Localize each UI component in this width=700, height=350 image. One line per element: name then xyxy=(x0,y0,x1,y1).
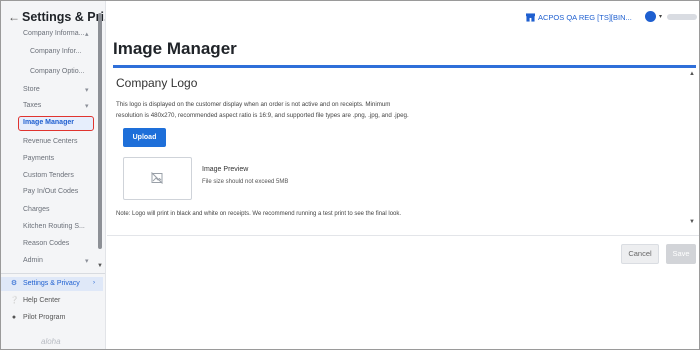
footer-item-label: Settings & Privacy xyxy=(23,280,80,287)
chevron-down-icon[interactable]: ▾ xyxy=(85,102,89,110)
scroll-down-arrow-icon[interactable]: ▼ xyxy=(97,263,103,269)
gear-icon: ⚙ xyxy=(10,280,18,287)
pilot-icon: ● xyxy=(11,314,17,321)
sidebar-item-image-manager[interactable]: Image Manager xyxy=(18,116,94,131)
chevron-down-icon[interactable]: ▾ xyxy=(85,257,89,265)
footer-item-label: Help Center xyxy=(23,297,61,304)
page-title: Image Manager xyxy=(113,39,237,58)
arrow-left-icon[interactable]: ← xyxy=(8,10,20,24)
sidebar-item-company-info[interactable]: Company Infor... xyxy=(30,48,81,55)
image-preview-title: Image Preview xyxy=(202,166,249,173)
store-icon[interactable] xyxy=(526,13,535,22)
save-button[interactable]: Save xyxy=(666,244,696,264)
footer-item-help-center[interactable]: ❔ Help Center xyxy=(1,294,103,308)
user-avatar-icon[interactable] xyxy=(645,11,656,22)
sidebar-item-company-options[interactable]: Company Optio... xyxy=(30,68,84,75)
sidebar: ← Settings & Pri... Company Informa... ▴… xyxy=(1,1,106,349)
chevron-down-icon[interactable]: ▾ xyxy=(85,86,89,94)
sidebar-item-revenue-centers[interactable]: Revenue Centers xyxy=(23,138,77,145)
app-window: ← Settings & Pri... Company Informa... ▴… xyxy=(0,0,700,350)
footer-item-label: Pilot Program xyxy=(23,314,66,321)
scroll-down-arrow-icon[interactable]: ▼ xyxy=(689,219,695,225)
sidebar-item-label: Image Manager xyxy=(23,119,74,126)
chevron-right-icon: › xyxy=(93,280,95,286)
sidebar-item-company-information[interactable]: Company Informa... xyxy=(23,30,84,37)
no-image-icon xyxy=(151,172,163,184)
brand-logo: aloha xyxy=(41,337,61,346)
sidebar-item-payments[interactable]: Payments xyxy=(23,155,54,162)
user-name-redacted xyxy=(667,14,697,20)
cancel-button[interactable]: Cancel xyxy=(621,244,659,264)
sidebar-item-taxes[interactable]: Taxes xyxy=(23,102,41,109)
sidebar-item-kitchen-routing[interactable]: Kitchen Routing S... xyxy=(23,223,85,230)
chevron-up-icon[interactable]: ▴ xyxy=(85,30,89,38)
sidebar-divider xyxy=(1,273,105,274)
print-note: Note: Logo will print in black and white… xyxy=(116,211,402,217)
sidebar-item-charges[interactable]: Charges xyxy=(23,206,49,213)
footer-item-settings-privacy[interactable]: ⚙ Settings & Privacy › xyxy=(1,277,103,291)
store-selector[interactable]: ACPOS QA REG [TS][BIN... xyxy=(538,13,632,22)
chevron-down-icon[interactable]: ▾ xyxy=(659,13,662,20)
sidebar-scrollbar[interactable] xyxy=(98,13,102,249)
upload-button[interactable]: Upload xyxy=(123,128,166,147)
sidebar-item-reason-codes[interactable]: Reason Codes xyxy=(23,240,69,247)
footer-item-pilot-program[interactable]: ● Pilot Program xyxy=(1,311,103,325)
scroll-up-arrow-icon[interactable]: ▲ xyxy=(689,71,695,77)
logo-description: This logo is displayed on the customer d… xyxy=(116,101,409,119)
sidebar-item-store[interactable]: Store xyxy=(23,86,40,93)
sidebar-item-admin[interactable]: Admin xyxy=(23,257,43,264)
file-size-hint: File size should not exceed 5MB xyxy=(202,179,289,185)
sidebar-title: Settings & Pri... xyxy=(22,10,106,24)
top-bar: ACPOS QA REG [TS][BIN... ▾ xyxy=(107,1,699,35)
title-divider xyxy=(113,65,696,68)
sidebar-item-custom-tenders[interactable]: Custom Tenders xyxy=(23,172,74,179)
help-icon: ❔ xyxy=(10,297,19,304)
section-title: Company Logo xyxy=(116,76,198,90)
sidebar-item-pay-in-out-codes[interactable]: Pay In/Out Codes xyxy=(23,188,78,195)
footer-divider xyxy=(107,235,699,236)
